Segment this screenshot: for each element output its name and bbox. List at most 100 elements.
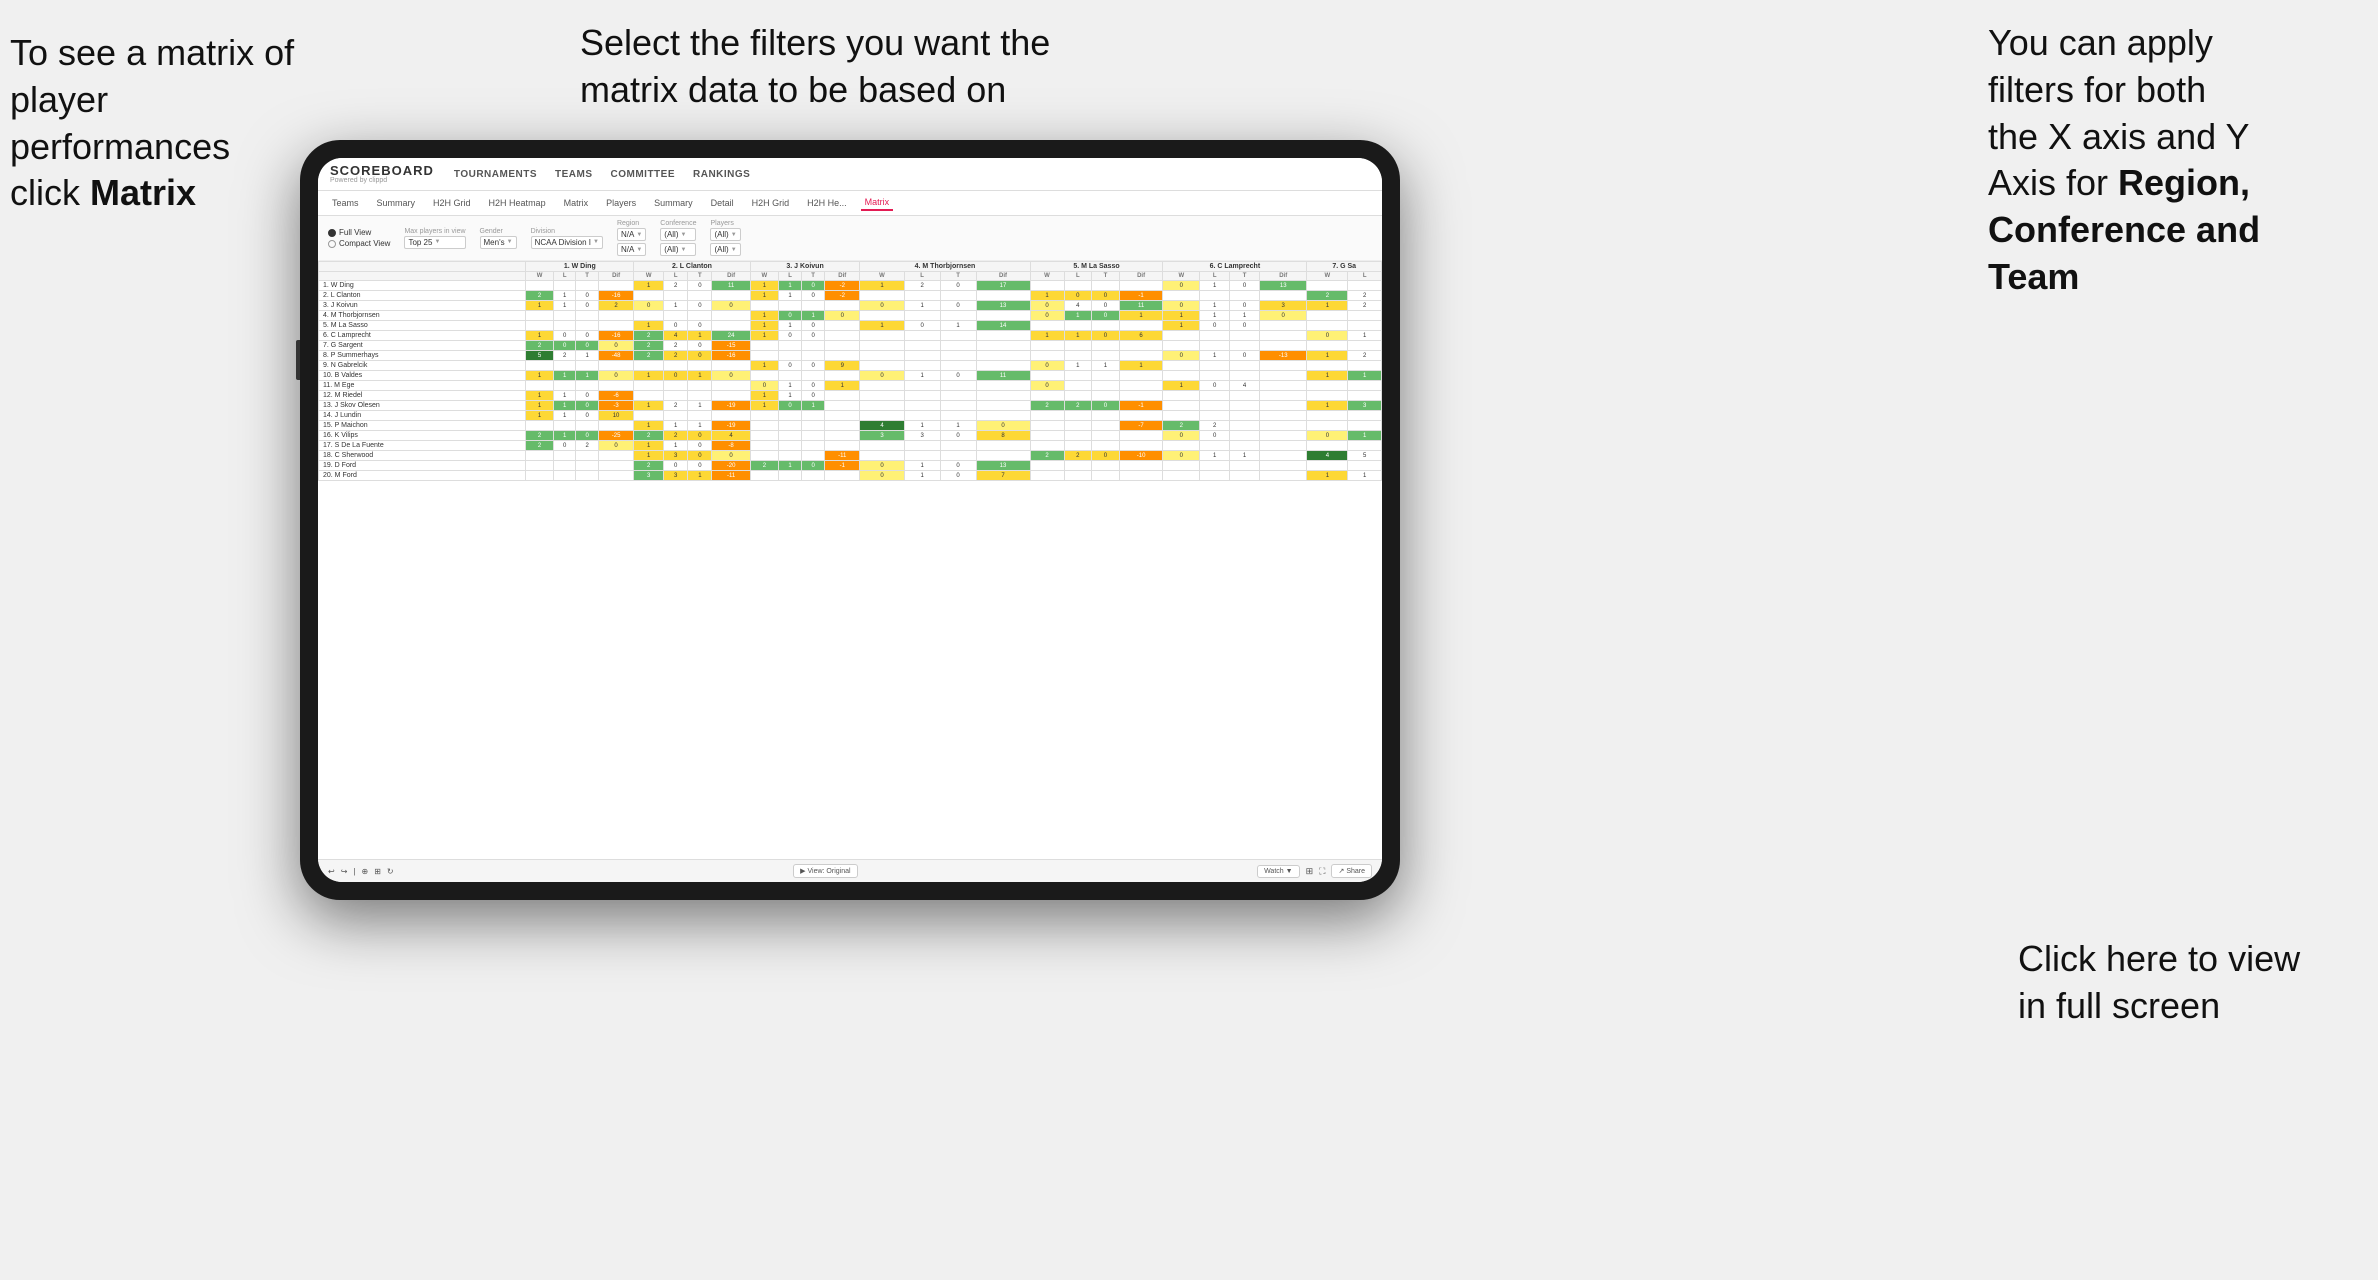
player-name-cell: 4. M Thorbjornsen — [319, 311, 526, 321]
matrix-cell — [1092, 391, 1120, 401]
subnav-h2h-he[interactable]: H2H He... — [803, 196, 851, 210]
matrix-cell — [750, 471, 778, 481]
nav-tournaments[interactable]: TOURNAMENTS — [454, 169, 537, 180]
sh-2-w: W — [634, 272, 664, 281]
matrix-cell — [1348, 461, 1382, 471]
matrix-cell — [904, 441, 940, 451]
nav-teams[interactable]: TEAMS — [555, 169, 593, 180]
region-select2[interactable]: N/A ▼ — [617, 243, 646, 256]
matrix-cell: 1 — [688, 401, 712, 411]
view-original-button[interactable]: ▶ View: Original — [793, 864, 857, 878]
share-button[interactable]: ↗ Share — [1331, 864, 1372, 878]
subnav-h2h-heatmap[interactable]: H2H Heatmap — [485, 196, 550, 210]
matrix-cell — [1307, 321, 1348, 331]
sh-3-w: W — [750, 272, 778, 281]
matrix-cell — [825, 351, 860, 361]
matrix-cell: 13 — [976, 461, 1030, 471]
matrix-cell: -19 — [712, 421, 750, 431]
matrix-cell — [1348, 341, 1382, 351]
footer-icon-grid[interactable]: ⊞ — [1306, 866, 1314, 877]
matrix-cell: 2 — [634, 431, 664, 441]
matrix-cell — [712, 321, 750, 331]
subnav-matrix-active[interactable]: Matrix — [861, 195, 894, 211]
table-row: 3. J Koivun110201000101304011010312 — [319, 301, 1382, 311]
player-name-cell: 15. P Maichon — [319, 421, 526, 431]
matrix-cell — [1030, 431, 1064, 441]
max-players-select[interactable]: Top 25 ▼ — [404, 236, 465, 249]
logo-title: SCOREBOARD — [330, 164, 434, 177]
compact-view-radio[interactable]: Compact View — [328, 239, 390, 248]
matrix-cell: 0 — [1163, 451, 1200, 461]
matrix-cell — [576, 281, 598, 291]
matrix-cell — [526, 451, 554, 461]
matrix-cell — [779, 301, 802, 311]
matrix-cell: -11 — [712, 471, 750, 481]
matrix-cell — [688, 311, 712, 321]
subnav-matrix[interactable]: Matrix — [560, 196, 593, 210]
footer-icon1[interactable]: ⊕ — [361, 867, 368, 876]
footer-undo[interactable]: ↩ — [328, 867, 335, 876]
matrix-cell: 3 — [904, 431, 940, 441]
players-select[interactable]: (All) ▼ — [710, 228, 740, 241]
matrix-cell — [1260, 321, 1307, 331]
matrix-cell: 0 — [802, 331, 825, 341]
matrix-cell: 4 — [1064, 301, 1092, 311]
matrix-cell — [576, 361, 598, 371]
nav-committee[interactable]: COMMITTEE — [611, 169, 676, 180]
subnav-summary[interactable]: Summary — [373, 196, 420, 210]
conference-select2[interactable]: (All) ▼ — [660, 243, 696, 256]
matrix-container[interactable]: 1. W Ding 2. L Clanton 3. J Koivun 4. M … — [318, 261, 1382, 859]
matrix-cell: 0 — [1230, 281, 1260, 291]
player-name-cell: 13. J Skov Olesen — [319, 401, 526, 411]
matrix-cell — [1230, 401, 1260, 411]
matrix-cell — [1348, 281, 1382, 291]
matrix-cell: 1 — [1307, 351, 1348, 361]
players-select2[interactable]: (All) ▼ — [710, 243, 740, 256]
watch-button[interactable]: Watch ▼ — [1257, 865, 1300, 878]
table-row: 19. D Ford200-20210-101013 — [319, 461, 1382, 471]
subnav-teams[interactable]: Teams — [328, 196, 363, 210]
nav-rankings[interactable]: RANKINGS — [693, 169, 750, 180]
matrix-cell: 0 — [860, 371, 904, 381]
region-select[interactable]: N/A ▼ — [617, 228, 646, 241]
matrix-cell: 0 — [712, 371, 750, 381]
gender-select[interactable]: Men's ▼ — [480, 236, 517, 249]
matrix-cell — [688, 361, 712, 371]
col-header-5: 5. M La Sasso — [1030, 262, 1163, 272]
player-name-cell: 6. C Lamprecht — [319, 331, 526, 341]
subnav-h2h-grid[interactable]: H2H Grid — [429, 196, 475, 210]
matrix-cell: 3 — [860, 431, 904, 441]
footer-toolbar: ↩ ↪ | ⊕ ⊞ ↻ ▶ View: Original Watch ▼ ⊞ ⛶ — [318, 859, 1382, 882]
full-view-radio[interactable]: Full View — [328, 228, 390, 237]
matrix-cell — [1260, 331, 1307, 341]
matrix-cell: 1 — [688, 371, 712, 381]
filter-gender: Gender Men's ▼ — [480, 228, 517, 249]
footer-icon-expand[interactable]: ⛶ — [1319, 866, 1325, 877]
subnav-players[interactable]: Players — [602, 196, 640, 210]
matrix-cell — [976, 381, 1030, 391]
subnav-detail[interactable]: Detail — [707, 196, 738, 210]
annotation-right: You can apply filters for both the X axi… — [1988, 20, 2348, 301]
subnav-h2h-grid2[interactable]: H2H Grid — [748, 196, 794, 210]
matrix-cell — [1230, 471, 1260, 481]
matrix-cell: 0 — [802, 381, 825, 391]
matrix-cell: 1 — [779, 321, 802, 331]
matrix-cell: 11 — [976, 371, 1030, 381]
matrix-cell — [1030, 461, 1064, 471]
footer-icon2[interactable]: ⊞ — [374, 867, 381, 876]
subnav-summary2[interactable]: Summary — [650, 196, 697, 210]
matrix-cell — [825, 391, 860, 401]
matrix-cell — [553, 451, 575, 461]
matrix-cell: -1 — [1119, 291, 1163, 301]
footer-redo[interactable]: ↪ — [341, 867, 348, 876]
matrix-cell — [1119, 441, 1163, 451]
matrix-cell — [1260, 441, 1307, 451]
subheader-empty — [319, 272, 526, 281]
matrix-cell — [904, 351, 940, 361]
conference-select[interactable]: (All) ▼ — [660, 228, 696, 241]
footer-icon3[interactable]: ↻ — [387, 867, 394, 876]
filters-row: Full View Compact View Max players in vi… — [318, 216, 1382, 261]
division-select[interactable]: NCAA Division I ▼ — [531, 236, 603, 249]
matrix-cell — [940, 381, 976, 391]
matrix-cell: 0 — [860, 471, 904, 481]
